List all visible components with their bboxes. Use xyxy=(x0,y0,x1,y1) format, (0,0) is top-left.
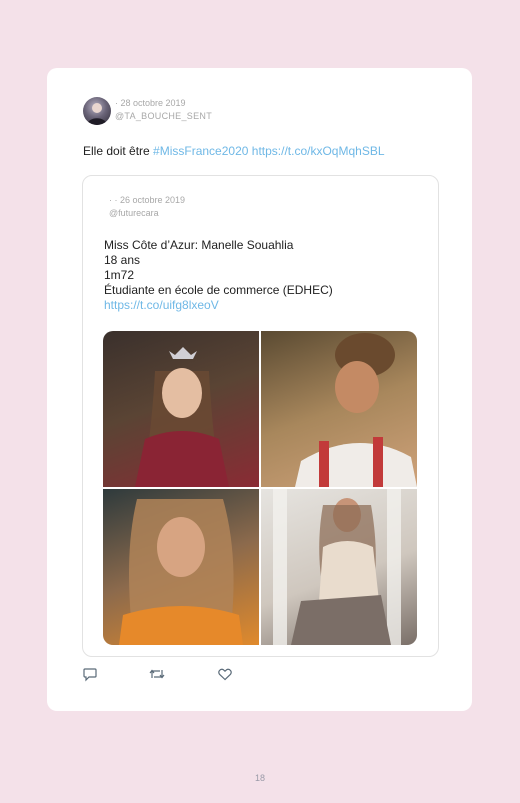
quoted-line: 1m72 xyxy=(104,268,135,282)
heart-icon[interactable] xyxy=(217,666,235,682)
quoted-line: Étudiante en école de commerce (EDHEC) xyxy=(104,283,333,297)
quoted-handle[interactable]: @futurecara xyxy=(109,208,159,218)
quoted-link[interactable]: https://t.co/uifg8lxeoV xyxy=(104,298,333,313)
quoted-line: Miss Côte d’Azur: Manelle Souahlia xyxy=(104,238,294,252)
photo-seated-portrait[interactable] xyxy=(261,489,417,645)
quoted-line: 18 ans xyxy=(104,253,141,267)
photo-profile-portrait[interactable] xyxy=(261,331,417,487)
tweet-date: · 28 octobre 2019 xyxy=(115,98,186,108)
tweet-link[interactable]: https://t.co/kxOqMqhSBL xyxy=(252,144,385,158)
photo-grid xyxy=(103,331,417,645)
avatar-silhouette-icon xyxy=(87,103,107,125)
avatar[interactable] xyxy=(83,97,111,125)
retweet-icon[interactable] xyxy=(148,666,166,682)
tweet-text: Elle doit être #MissFrance2020 https://t… xyxy=(83,144,385,158)
tweet-body: Elle doit être xyxy=(83,144,150,158)
hashtag-link[interactable]: #MissFrance2020 xyxy=(153,144,248,158)
reply-icon[interactable] xyxy=(82,666,100,682)
tweet-actions xyxy=(82,666,282,682)
tweet-card: · 28 octobre 2019 @TA_BOUCHE_SENT Elle d… xyxy=(47,68,472,711)
page-number: 18 xyxy=(254,773,265,783)
photo-closeup-portrait[interactable] xyxy=(103,489,259,645)
tweet-handle[interactable]: @TA_BOUCHE_SENT xyxy=(115,111,212,121)
quoted-tweet[interactable]: · · 26 octobre 2019 @futurecara Miss Côt… xyxy=(82,175,439,657)
quoted-text: Miss Côte d’Azur: Manelle Souahlia 18 an… xyxy=(104,238,333,313)
photo-crowned-portrait[interactable] xyxy=(103,331,259,487)
quoted-date: · · 26 octobre 2019 xyxy=(109,195,186,205)
